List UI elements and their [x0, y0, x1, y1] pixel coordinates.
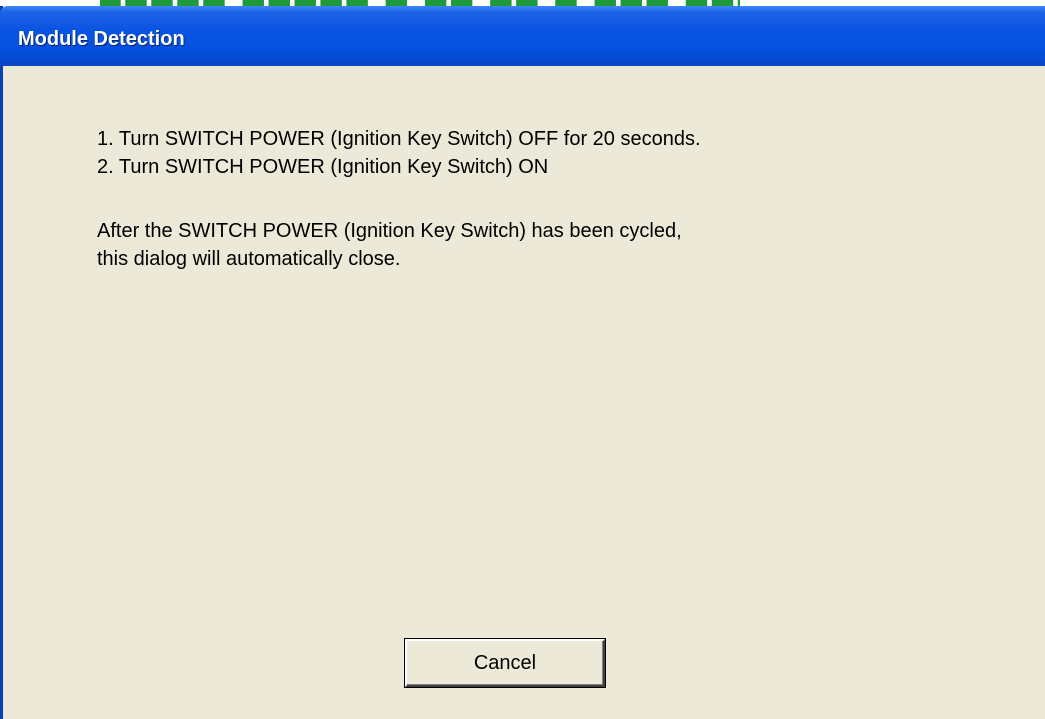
note-line-1: After the SWITCH POWER (Ignition Key Swi… — [97, 220, 682, 242]
dialog-content: 1. Turn SWITCH POWER (Ignition Key Switc… — [3, 66, 1045, 719]
title-bar[interactable]: Module Detection — [0, 6, 1045, 66]
note-line-2: this dialog will automatically close. — [97, 248, 401, 270]
instruction-step-2: 2. Turn SWITCH POWER (Ignition Key Switc… — [97, 156, 549, 178]
dialog-title: Module Detection — [18, 28, 185, 50]
cancel-button[interactable]: Cancel — [405, 639, 605, 687]
module-detection-dialog: Module Detection 1. Turn SWITCH POWER (I… — [0, 6, 1045, 719]
instruction-step-1: 1. Turn SWITCH POWER (Ignition Key Switc… — [97, 128, 701, 150]
